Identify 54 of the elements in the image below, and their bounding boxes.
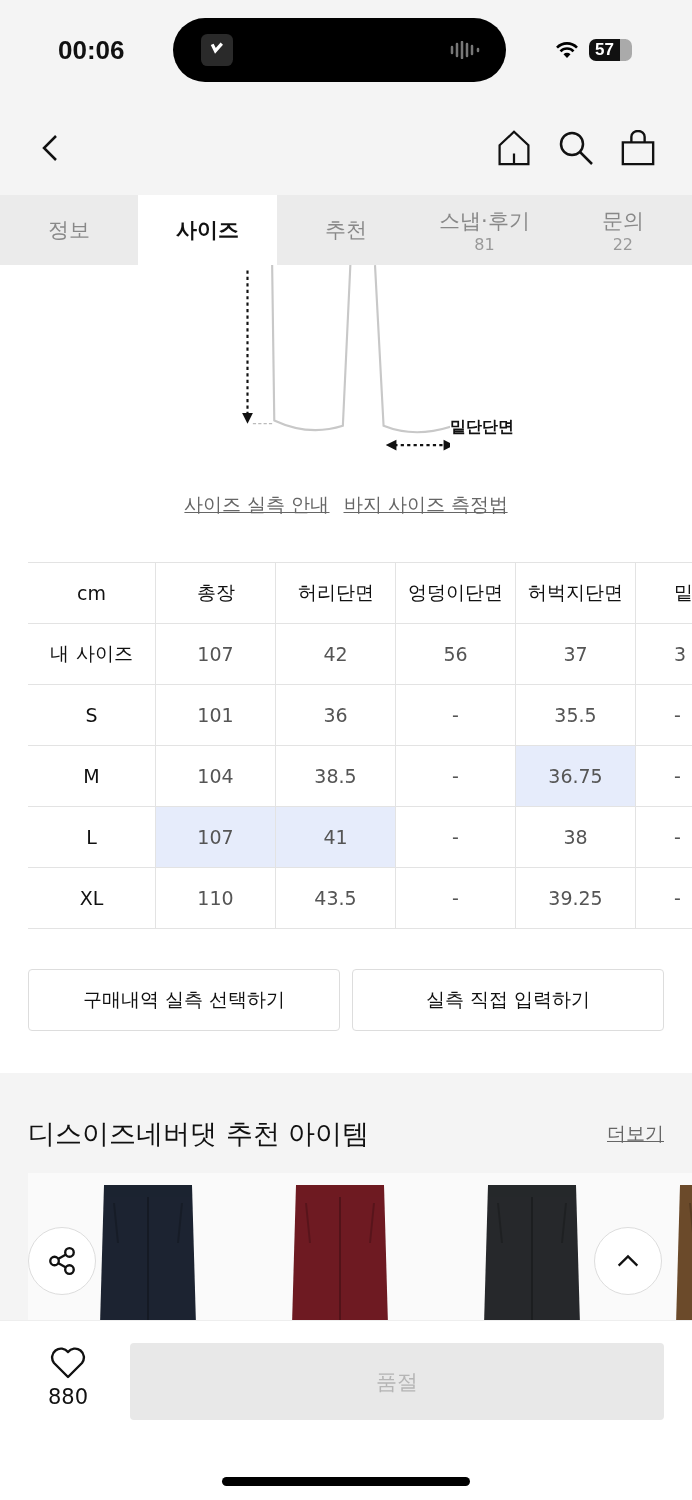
table-cell: 101 — [155, 685, 275, 745]
table-cell: - — [635, 685, 691, 745]
section-title: 디스이즈네버댓 추천 아이템 — [28, 1117, 370, 1152]
battery-indicator: 57 — [589, 39, 632, 61]
size-guide-link[interactable]: 바지 사이즈 측정법 — [343, 492, 508, 518]
like-count: 880 — [48, 1385, 89, 1409]
table-cell: 107 — [155, 807, 275, 867]
app-icon — [201, 34, 234, 66]
column-header: 밑 — [635, 563, 691, 623]
measurement-button[interactable]: 구매내역 실측 선택하기 — [28, 969, 340, 1031]
table-cell: - — [395, 807, 515, 867]
search-icon[interactable] — [558, 129, 594, 166]
table-cell: - — [395, 868, 515, 928]
shopping-bag-icon[interactable] — [620, 129, 656, 166]
column-header: 엉덩이단면 — [395, 563, 515, 623]
column-header: 허리단면 — [275, 563, 395, 623]
status-time: 00:06 — [58, 34, 125, 66]
heart-icon[interactable] — [50, 1347, 87, 1379]
table-cell: 42 — [275, 624, 395, 684]
more-link[interactable]: 더보기 — [607, 1121, 664, 1148]
table-cell: 35.5 — [515, 685, 635, 745]
table-cell: 41 — [275, 807, 395, 867]
table-cell: 110 — [155, 868, 275, 928]
table-cell: - — [635, 868, 691, 928]
measurement-label: 밑단단면 — [450, 417, 514, 438]
table-cell: 104 — [155, 746, 275, 806]
table-cell: 37 — [515, 624, 635, 684]
table-cell: 3 — [635, 624, 691, 684]
column-header: 총장 — [155, 563, 275, 623]
table-cell: 56 — [395, 624, 515, 684]
home-icon[interactable] — [496, 129, 532, 166]
measurement-button[interactable]: 실측 직접 입력하기 — [352, 969, 664, 1031]
wifi-icon — [555, 41, 580, 59]
table-cell-text: L — [85, 825, 98, 850]
table-cell: 39.25 — [515, 868, 635, 928]
column-header: cm — [76, 581, 107, 606]
share-icon — [46, 1245, 78, 1278]
table-cell-text: M — [82, 764, 101, 789]
table-cell: 38 — [515, 807, 635, 867]
table-cell-text: XL — [78, 886, 105, 911]
table-cell: 107 — [155, 624, 275, 684]
table-cell-text: 내 사이즈 — [49, 641, 134, 666]
table-cell: 38.5 — [275, 746, 395, 806]
back-icon[interactable] — [40, 132, 60, 163]
table-cell: - — [395, 685, 515, 745]
size-guide-link[interactable]: 사이즈 실측 안내 — [184, 492, 330, 518]
table-cell: - — [635, 746, 691, 806]
table-cell-text: S — [84, 703, 99, 728]
table-cell: - — [635, 807, 691, 867]
tab[interactable]: 사이즈 — [138, 195, 277, 265]
column-header: 허벅지단면 — [515, 563, 635, 623]
table-cell: 43.5 — [275, 868, 395, 928]
table-cell: 36 — [275, 685, 395, 745]
table-cell: 36.75 — [515, 746, 635, 806]
